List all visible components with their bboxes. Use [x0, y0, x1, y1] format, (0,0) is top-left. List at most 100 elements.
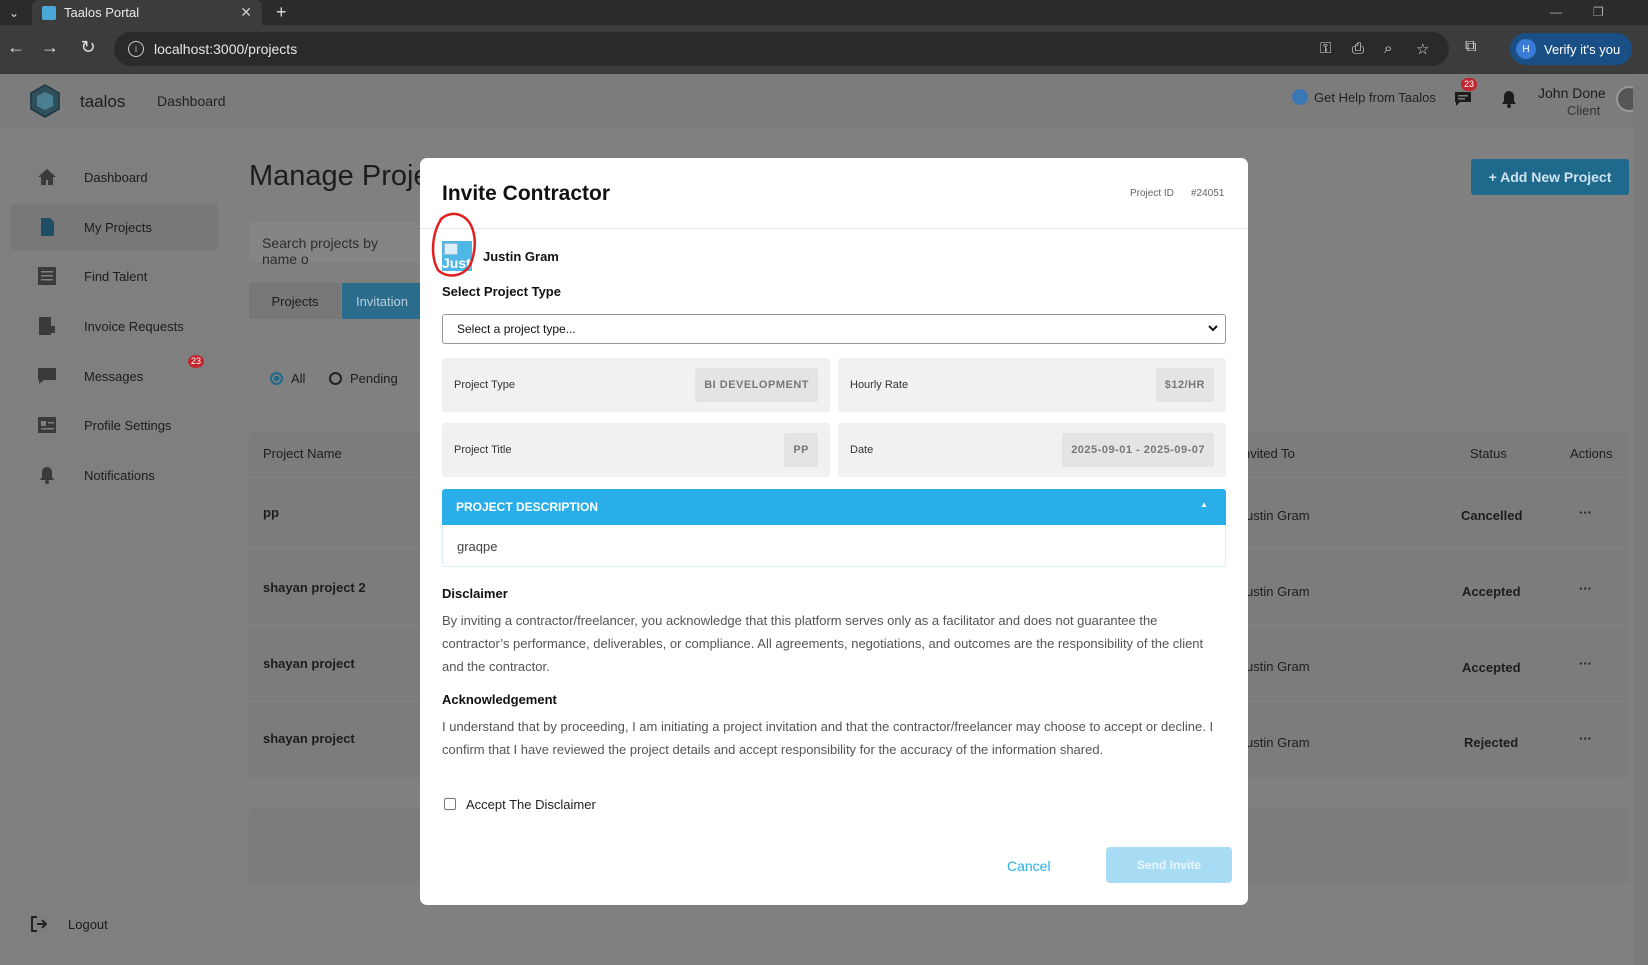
date-value: 2025-09-01 - 2025-09-07	[1062, 433, 1214, 467]
table-cell-status: Accepted	[1462, 660, 1521, 675]
column-header-status: Status	[1470, 446, 1507, 461]
browser-tab-bar: ⌄ Taalos Portal ✕ + — ❐	[0, 0, 1648, 25]
add-new-project-button[interactable]: + Add New Project	[1471, 159, 1629, 195]
verify-label: Verify it's you	[1544, 41, 1621, 57]
bookmark-star-icon[interactable]: ☆	[1416, 40, 1429, 58]
tab-search-chevron-icon[interactable]: ⌄	[0, 0, 28, 25]
filter-label: All	[291, 371, 306, 386]
restore-icon[interactable]: ❐	[1593, 0, 1604, 25]
project-type-select-value: Select a project type...	[457, 322, 576, 336]
table-cell-status: Accepted	[1462, 584, 1521, 599]
date-card: Date 2025-09-01 - 2025-09-07	[838, 423, 1226, 477]
site-info-icon[interactable]: i	[128, 41, 144, 57]
project-title-label: Project Title	[454, 444, 512, 456]
browser-toolbar: ← → ↻ i localhost:3000/projects ⚿ ⎙ ⌕ ☆ …	[0, 25, 1648, 74]
reload-icon[interactable]: ↻	[76, 37, 100, 58]
sidebar-item-find-talent[interactable]: Find Talent	[10, 253, 218, 299]
table-cell-project-name: pp	[263, 505, 279, 520]
get-help-button[interactable]: Get Help from Taalos	[1292, 89, 1436, 105]
accept-disclaimer-label[interactable]: Accept The Disclaimer	[466, 797, 596, 812]
browser-tab[interactable]: Taalos Portal ✕	[32, 0, 262, 25]
sidebar-messages-badge: 23	[188, 355, 205, 368]
send-invite-button[interactable]: Send Invite	[1106, 847, 1232, 883]
accept-disclaimer-checkbox[interactable]	[444, 798, 456, 810]
home-icon	[38, 169, 56, 185]
url-text: localhost:3000/projects	[154, 41, 298, 57]
project-description-body: graqpe	[442, 525, 1226, 567]
page-title: Manage Proje	[249, 160, 430, 192]
tab-projects[interactable]: Projects	[249, 283, 341, 319]
tab-close-icon[interactable]: ✕	[240, 4, 252, 21]
acknowledgement-text: I understand that by proceeding, I am in…	[442, 719, 1214, 757]
sidebar-item-profile-settings[interactable]: Profile Settings	[10, 402, 218, 448]
chevron-down-icon	[1208, 325, 1218, 332]
sidebar-item-dashboard[interactable]: Dashboard	[10, 154, 218, 200]
install-app-icon[interactable]: ⎙	[1352, 40, 1364, 57]
column-header-actions: Actions	[1570, 446, 1613, 461]
project-id-label: Project ID	[1130, 188, 1174, 199]
messages-badge: 23	[1461, 78, 1478, 91]
project-type-select[interactable]: Select a project type...	[442, 314, 1226, 344]
sidebar-item-invoice-requests[interactable]: Invoice Requests	[10, 303, 218, 349]
extensions-icon[interactable]: ⧉	[1465, 38, 1476, 56]
sidebar-item-my-projects[interactable]: My Projects	[10, 204, 218, 250]
logout-button[interactable]: Logout	[30, 915, 108, 933]
column-header-project-name: Project Name	[263, 446, 342, 461]
user-role: Client	[1567, 103, 1601, 118]
radio-icon	[329, 372, 342, 385]
sidebar-item-label: Dashboard	[84, 169, 148, 185]
sidebar-item-label: Invoice Requests	[84, 318, 184, 334]
sidebar-item-notifications[interactable]: Notifications	[10, 452, 218, 498]
list-icon	[38, 267, 56, 285]
table-cell-status: Rejected	[1464, 735, 1519, 750]
filter-pending-radio[interactable]: Pending	[329, 371, 398, 386]
row-actions-button[interactable]: ···	[1579, 581, 1592, 596]
back-icon[interactable]: ←	[4, 37, 28, 58]
project-description-accordion[interactable]: PROJECT DESCRIPTION ▲	[442, 489, 1226, 525]
hourly-rate-value: $12/HR	[1155, 368, 1214, 402]
modal-title: Invite Contractor	[442, 182, 611, 205]
row-actions-button[interactable]: ···	[1579, 731, 1592, 746]
support-agent-icon	[1292, 89, 1308, 105]
table-cell-status: Cancelled	[1461, 508, 1523, 523]
row-actions-button[interactable]: ···	[1579, 656, 1592, 671]
table-cell-invited-to: ustin Gram	[1246, 584, 1310, 599]
table-cell-invited-to: ustin Gram	[1246, 735, 1310, 750]
disclaimer-text: By inviting a contractor/freelancer, you…	[442, 613, 1204, 674]
tab-invitation[interactable]: Invitation	[342, 283, 422, 319]
collapse-caret-icon[interactable]: ▲	[1200, 500, 1208, 509]
table-cell-project-name: shayan project	[263, 656, 355, 671]
app-header: taalos Dashboard Get Help from Taalos 23…	[0, 74, 1648, 128]
document-icon	[41, 218, 54, 236]
new-tab-button[interactable]: +	[276, 0, 287, 25]
header-dashboard-link[interactable]: Dashboard	[157, 93, 226, 109]
page-scrollbar[interactable]	[1633, 74, 1648, 965]
cancel-button[interactable]: Cancel	[1007, 858, 1051, 874]
select-project-type-label: Select Project Type	[442, 284, 561, 299]
sidebar-item-messages[interactable]: Messages	[10, 353, 218, 399]
invoice-icon	[39, 317, 55, 335]
project-title-value: PP	[784, 433, 818, 467]
filter-label: Pending	[350, 371, 398, 386]
sidebar: Dashboard My Projects Find Talent Invoic…	[0, 128, 218, 965]
row-actions-button[interactable]: ···	[1579, 505, 1592, 520]
brand-name: taalos	[80, 92, 126, 111]
filter-all-radio[interactable]: All	[270, 371, 305, 386]
sidebar-item-label: Notifications	[84, 467, 155, 483]
logout-label: Logout	[68, 916, 108, 932]
chat-icon	[38, 368, 56, 384]
verify-profile-button[interactable]: H Verify it's you	[1510, 33, 1633, 65]
minimize-icon[interactable]: —	[1550, 0, 1562, 25]
sidebar-item-label: Profile Settings	[84, 417, 172, 433]
sidebar-item-label: Messages	[84, 368, 144, 384]
notifications-bell-icon[interactable]	[1499, 89, 1519, 109]
address-bar[interactable]: i localhost:3000/projects ⚿ ⎙ ⌕ ☆	[114, 32, 1449, 66]
forward-icon[interactable]: →	[38, 37, 62, 58]
project-description-title: PROJECT DESCRIPTION	[456, 500, 599, 514]
zoom-icon[interactable]: ⌕	[1384, 40, 1392, 57]
password-key-icon[interactable]: ⚿	[1320, 40, 1331, 57]
acknowledgement-title: Acknowledgement	[442, 692, 557, 707]
search-input[interactable]: Search projects by name o	[249, 222, 429, 267]
messages-icon[interactable]	[1453, 90, 1473, 108]
hourly-rate-card: Hourly Rate $12/HR	[838, 358, 1226, 412]
